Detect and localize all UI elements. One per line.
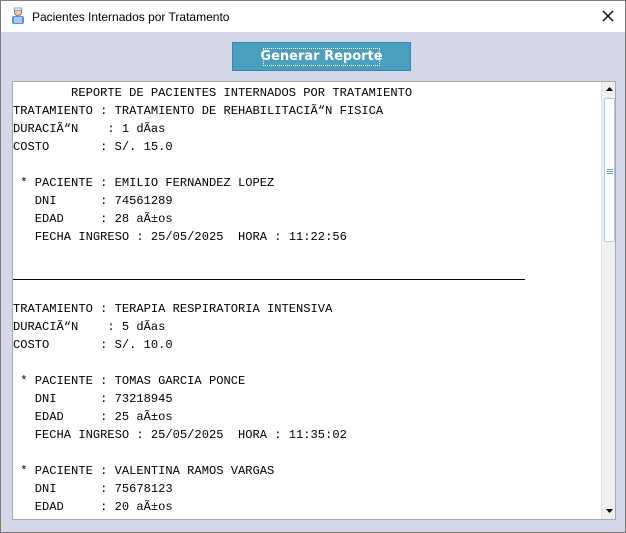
scroll-down-arrow-icon[interactable] [602, 504, 616, 519]
report-line: TRATAMIENTO : TERAPIA RESPIRATORIA INTEN… [13, 302, 333, 316]
report-line: EDAD : 28 aÃ±os [13, 212, 173, 226]
scroll-up-arrow-icon[interactable] [602, 82, 616, 97]
report-line: REPORTE DE PACIENTES INTERNADOS POR TRAT… [13, 86, 413, 100]
report-line: DURACIÃ“N : 1 dÃ­as [13, 122, 166, 136]
report-line: EDAD : 25 aÃ±os [13, 410, 173, 424]
vertical-scrollbar[interactable] [601, 82, 616, 519]
report-line: DURACIÃ“N : 5 dÃ­as [13, 320, 166, 334]
report-line [13, 444, 412, 462]
report-line: EDAD : 20 aÃ±os [13, 500, 173, 514]
report-line: COSTO : S/. 15.0 [13, 140, 173, 154]
report-line: * PACIENTE : TOMAS GARCIA PONCE [13, 374, 246, 388]
title-bar[interactable]: Pacientes Internados por Tratamento [1, 1, 625, 32]
report-line [13, 156, 412, 174]
report-text-area[interactable]: REPORTE DE PACIENTES INTERNADOS POR TRAT… [12, 81, 616, 520]
report-line: DNI : 75678123 [13, 482, 173, 496]
report-line: COSTO : S/. 10.0 [13, 338, 173, 352]
button-focus-ring [263, 48, 380, 66]
report-line: * PACIENTE : VALENTINA RAMOS VARGAS [13, 464, 275, 478]
scroll-grip [607, 173, 613, 174]
report-line: FECHA INGRESO : 25/05/2025 HORA : 11:35:… [13, 428, 347, 442]
patient-icon [12, 7, 24, 24]
window-title: Pacientes Internados por Tratamento [32, 10, 230, 24]
report-window: Pacientes Internados por Tratamento Gene… [0, 0, 626, 533]
report-line [13, 282, 412, 300]
report-line [13, 246, 412, 264]
section-separator [13, 279, 525, 280]
report-line: DNI : 73218945 [13, 392, 173, 406]
scroll-grip [607, 171, 613, 172]
report-line: DNI : 74561289 [13, 194, 173, 208]
report-line [13, 354, 412, 372]
report-line: TRATAMIENTO : TRATAMIENTO DE REHABILITAC… [13, 104, 384, 118]
close-icon[interactable] [597, 5, 619, 27]
report-line: FECHA INGRESO : 25/05/2025 HORA : 11:22:… [13, 230, 347, 244]
scroll-grip [607, 169, 613, 170]
report-line: * PACIENTE : EMILIO FERNANDEZ LOPEZ [13, 176, 275, 190]
report-text: REPORTE DE PACIENTES INTERNADOS POR TRAT… [13, 84, 412, 516]
scroll-thumb[interactable] [604, 98, 615, 242]
